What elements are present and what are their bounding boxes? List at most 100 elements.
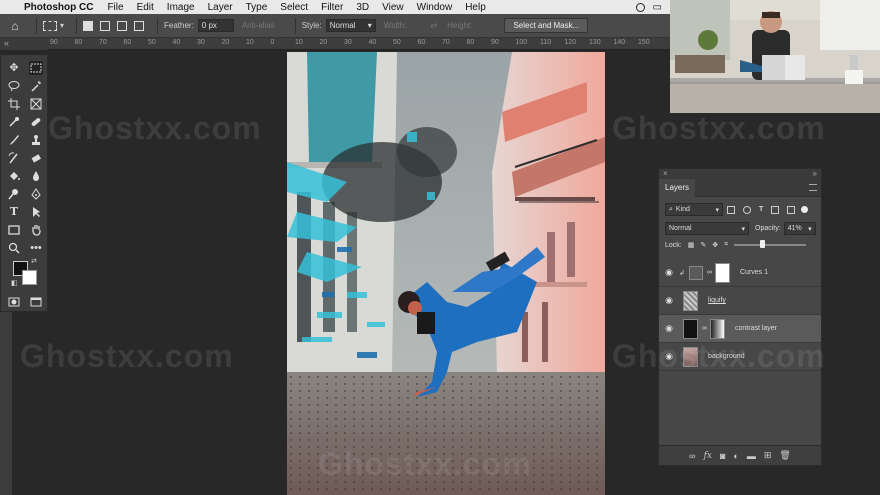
frame-tool-icon[interactable] bbox=[29, 97, 43, 111]
menu-3d[interactable]: 3D bbox=[356, 2, 369, 13]
layer-name[interactable]: Curves 1 bbox=[740, 269, 768, 276]
visibility-eye-icon[interactable]: ◉ bbox=[659, 323, 679, 334]
select-and-mask-button[interactable]: Select and Mask... bbox=[504, 18, 589, 33]
pen-tool-icon[interactable] bbox=[29, 187, 43, 201]
filter-shape-icon[interactable] bbox=[771, 205, 780, 214]
add-to-selection-icon[interactable] bbox=[100, 20, 111, 31]
layer-thumbnail[interactable] bbox=[683, 290, 698, 311]
lock-image-icon[interactable]: ✎ bbox=[700, 241, 706, 249]
opacity-slider-handle[interactable] bbox=[760, 240, 766, 248]
background-color-swatch[interactable] bbox=[22, 270, 37, 285]
menu-file[interactable]: File bbox=[107, 2, 123, 13]
filter-kind-select[interactable]: ⌕ Kind ▾ bbox=[665, 203, 723, 216]
layer-mask-thumbnail[interactable] bbox=[710, 318, 725, 339]
lasso-tool-icon[interactable] bbox=[7, 79, 21, 93]
menu-image[interactable]: Image bbox=[167, 2, 195, 13]
layer-name[interactable]: background bbox=[708, 353, 745, 360]
default-colors-icon[interactable]: ◧ bbox=[11, 279, 18, 287]
swap-icon[interactable]: ⇄ bbox=[430, 21, 437, 30]
layer-name[interactable]: liquify bbox=[708, 297, 726, 304]
blur-tool-icon[interactable] bbox=[29, 169, 43, 183]
menu-select[interactable]: Select bbox=[280, 2, 308, 13]
opacity-slider[interactable] bbox=[734, 240, 807, 248]
dodge-tool-icon[interactable] bbox=[7, 187, 21, 201]
filter-toggle-icon[interactable] bbox=[801, 206, 809, 213]
lock-artboard-icon[interactable]: ⌗ bbox=[724, 241, 728, 249]
filter-type-icon[interactable]: T bbox=[759, 206, 763, 213]
intersect-selection-icon[interactable] bbox=[134, 20, 145, 31]
path-selection-tool-icon[interactable] bbox=[29, 205, 43, 219]
menu-edit[interactable]: Edit bbox=[137, 2, 154, 13]
link-layers-icon[interactable]: ∞ bbox=[689, 451, 695, 461]
crop-tool-icon[interactable] bbox=[7, 97, 21, 111]
paint-bucket-tool-icon[interactable] bbox=[7, 169, 21, 183]
antialias-checkbox[interactable]: Anti-alias bbox=[242, 21, 275, 30]
chevron-down-icon[interactable]: ▾ bbox=[60, 21, 64, 30]
visibility-eye-icon[interactable]: ◉ bbox=[659, 295, 679, 306]
layer-thumbnail[interactable] bbox=[683, 346, 698, 367]
app-name-menu[interactable]: Photoshop CC bbox=[24, 2, 93, 13]
layer-thumbnail[interactable] bbox=[683, 318, 698, 339]
link-icon[interactable]: ∞ bbox=[707, 269, 712, 276]
layer-row-contrast[interactable]: ◉ ∞ contrast layer bbox=[659, 315, 821, 343]
move-tool-icon[interactable]: ✥ bbox=[7, 61, 21, 75]
clone-stamp-tool-icon[interactable] bbox=[29, 133, 43, 147]
airplay-icon[interactable]: ▭ bbox=[653, 2, 662, 13]
filter-pixel-icon[interactable] bbox=[727, 205, 735, 214]
screen-mode-icon[interactable] bbox=[29, 295, 43, 309]
new-selection-icon[interactable] bbox=[83, 20, 94, 31]
filter-adjustment-icon[interactable] bbox=[743, 205, 751, 214]
menu-filter[interactable]: Filter bbox=[321, 2, 343, 13]
close-icon[interactable]: × bbox=[663, 169, 668, 179]
menu-view[interactable]: View bbox=[382, 2, 404, 13]
panel-menu-icon[interactable] bbox=[809, 184, 817, 191]
tab-layers[interactable]: Layers bbox=[659, 179, 696, 197]
menu-layer[interactable]: Layer bbox=[208, 2, 233, 13]
new-layer-icon[interactable]: ⊞ bbox=[764, 450, 772, 461]
home-icon[interactable]: ⌂ bbox=[0, 19, 30, 33]
lock-position-icon[interactable]: ✥ bbox=[712, 241, 718, 249]
opacity-input[interactable]: 41% ▾ bbox=[783, 222, 816, 235]
add-mask-icon[interactable]: ◙ bbox=[720, 451, 725, 461]
lock-transparent-icon[interactable]: ▦ bbox=[688, 241, 695, 249]
layer-name[interactable]: contrast layer bbox=[735, 325, 777, 332]
collapse-panel-icon[interactable]: » bbox=[813, 169, 817, 179]
layer-row-background[interactable]: ◉ background bbox=[659, 343, 821, 371]
collapse-toolbar-icon[interactable]: « bbox=[4, 38, 9, 48]
rectangle-tool-icon[interactable] bbox=[7, 223, 21, 237]
hand-tool-icon[interactable] bbox=[29, 223, 43, 237]
visibility-eye-icon[interactable]: ◉ bbox=[659, 267, 679, 278]
trash-icon[interactable]: 🗑 bbox=[779, 450, 790, 461]
menu-help[interactable]: Help bbox=[465, 2, 486, 13]
more-tools-icon[interactable]: ••• bbox=[29, 241, 43, 255]
document-canvas[interactable] bbox=[287, 52, 605, 495]
swap-colors-icon[interactable]: ⇄ bbox=[31, 257, 37, 265]
zoom-tool-icon[interactable] bbox=[7, 241, 21, 255]
marquee-tool-preset-icon[interactable] bbox=[43, 20, 57, 31]
record-status-icon[interactable] bbox=[635, 2, 645, 12]
layer-row-liquify[interactable]: ◉ liquify bbox=[659, 287, 821, 315]
fx-icon[interactable]: fx bbox=[704, 451, 712, 461]
subtract-from-selection-icon[interactable] bbox=[117, 20, 128, 31]
filter-smart-object-icon[interactable] bbox=[787, 205, 796, 214]
style-select[interactable]: Normal ▾ bbox=[325, 19, 376, 32]
magic-wand-tool-icon[interactable] bbox=[29, 79, 43, 93]
quick-mask-icon[interactable] bbox=[7, 295, 21, 309]
eraser-tool-icon[interactable] bbox=[29, 151, 43, 165]
rectangular-marquee-tool-icon[interactable] bbox=[29, 61, 43, 75]
layer-mask-thumbnail[interactable] bbox=[715, 262, 730, 283]
new-group-icon[interactable]: ▬ bbox=[747, 451, 756, 461]
healing-brush-tool-icon[interactable] bbox=[29, 115, 43, 129]
type-tool-icon[interactable]: T bbox=[7, 205, 21, 219]
visibility-eye-icon[interactable]: ◉ bbox=[659, 351, 679, 362]
feather-input[interactable]: 0 px bbox=[197, 19, 234, 32]
history-brush-tool-icon[interactable] bbox=[7, 151, 21, 165]
blend-mode-select[interactable]: Normal ▾ bbox=[665, 222, 749, 235]
eyedropper-tool-icon[interactable] bbox=[7, 115, 21, 129]
layer-row-curves[interactable]: ◉ ↲ ∞ Curves 1 bbox=[659, 259, 821, 287]
link-icon[interactable]: ∞ bbox=[702, 325, 707, 332]
menu-type[interactable]: Type bbox=[246, 2, 268, 13]
new-adjustment-icon[interactable]: ◐ bbox=[733, 451, 738, 461]
brush-tool-icon[interactable] bbox=[7, 133, 21, 147]
menu-window[interactable]: Window bbox=[417, 2, 453, 13]
